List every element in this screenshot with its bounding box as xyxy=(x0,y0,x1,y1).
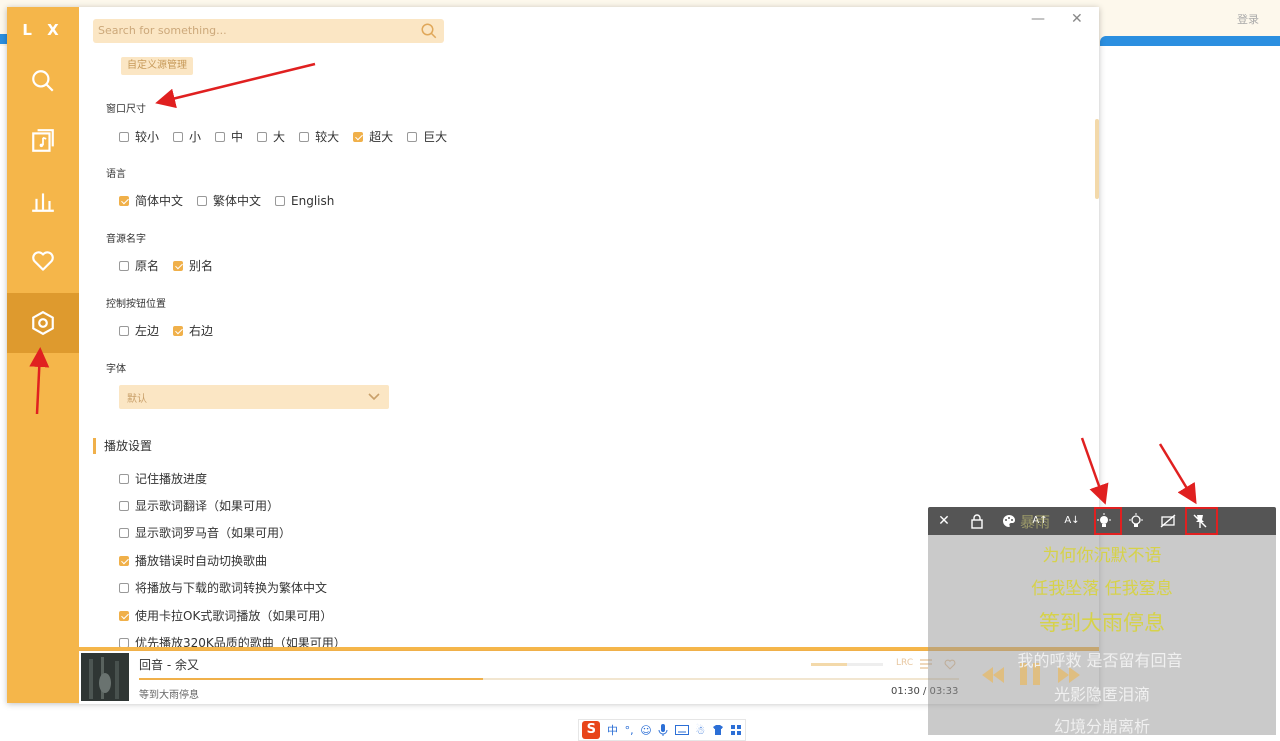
annotation-arrows xyxy=(29,62,1197,505)
ime-mode[interactable]: 中 xyxy=(607,722,618,738)
emoji-icon[interactable]: ☺ xyxy=(640,724,651,737)
arrow-pin xyxy=(1158,443,1197,505)
mic-icon[interactable] xyxy=(658,723,668,737)
keyboard-icon[interactable] xyxy=(674,725,689,735)
grid-icon[interactable] xyxy=(730,724,742,736)
user-icon[interactable]: ☃ xyxy=(696,724,706,737)
arrow-settings-nav xyxy=(29,347,50,415)
shirt-icon[interactable] xyxy=(712,724,724,736)
ime-toolbar: S 中 °, ☺ ☃ xyxy=(578,719,746,741)
arrow-window-size xyxy=(155,62,316,109)
arrow-bulb xyxy=(1080,437,1109,505)
ime-punctuation[interactable]: °, xyxy=(625,724,634,737)
ime-logo[interactable]: S xyxy=(582,721,601,739)
